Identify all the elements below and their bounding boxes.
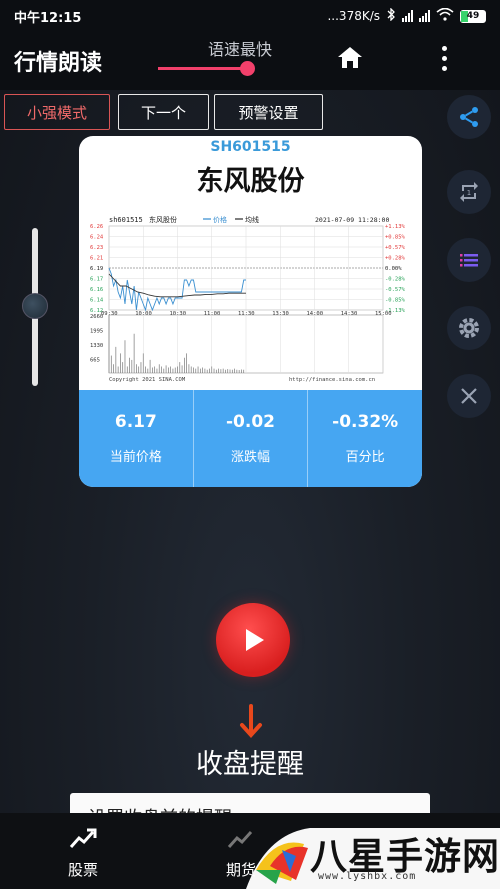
more-dot-icon: [441, 45, 447, 51]
next-button[interactable]: 下一个: [118, 94, 209, 130]
stat-change-pct: -0.32% 百分比: [308, 390, 422, 487]
share-button[interactable]: [447, 95, 491, 139]
chart-header-code: sh601515: [109, 216, 143, 224]
intraday-chart: 6.26 +1.13% 6.24 +0.85% 6.23 +0.57% 6.21 +0.28%…: [89, 213, 411, 389]
y-right-tick-label: -0.85%: [385, 298, 406, 304]
y-right-tick-label: +0.57%: [385, 245, 406, 251]
chart-timestamp: 2021-07-09 11:28:00: [315, 216, 389, 224]
nav-stocks[interactable]: 股票: [38, 813, 128, 889]
y-tick-label: 6.26: [90, 224, 103, 230]
more-menu-button[interactable]: [432, 40, 456, 76]
y-right-tick-label: +0.85%: [385, 235, 406, 241]
y-right-tick-label: -0.28%: [385, 277, 406, 283]
status-icons: ...378K/s 49: [327, 7, 486, 24]
y-tick-label: 6.19: [90, 266, 103, 272]
watermark-url: www.lyshbx.com: [318, 871, 417, 882]
play-icon: [246, 629, 264, 651]
chart-legend-price: 价格: [213, 215, 227, 224]
alert-settings-button[interactable]: 预警设置: [214, 94, 323, 130]
down-arrow-icon: [238, 704, 264, 740]
signal-icon-2: [419, 10, 430, 22]
gear-icon: [459, 318, 479, 338]
app-title: 行情朗读: [14, 51, 103, 76]
wifi-icon: [436, 7, 454, 24]
change-label: 涨跌幅: [231, 450, 271, 465]
stat-change: -0.02 涨跌幅: [194, 390, 309, 487]
chart-url: http://finance.sina.com.cn: [289, 377, 375, 383]
stock-code: SH601515: [210, 139, 291, 155]
x-tick-label: 11:30: [238, 311, 255, 317]
stat-price: 6.17 当前价格: [79, 390, 194, 487]
y-tick-label: 6.24: [90, 235, 104, 241]
change-value: -0.02: [226, 412, 275, 432]
speed-label: 语速最快: [208, 40, 273, 59]
y-right-tick-label: +1.13%: [385, 224, 406, 230]
y-tick-label: 6.17: [90, 277, 103, 283]
close-button[interactable]: [447, 374, 491, 418]
stock-name: 东风股份: [196, 166, 305, 197]
x-tick-label: 11:00: [204, 311, 221, 317]
change-pct-label: 百分比: [345, 450, 385, 465]
y-tick-label: 6.16: [90, 287, 103, 293]
signal-icon: [402, 10, 413, 22]
list-icon: [460, 254, 478, 267]
y-tick-label: 6.21: [90, 256, 103, 262]
repeat-one-button[interactable]: 1: [447, 170, 491, 214]
x-tick-label: 13:30: [272, 311, 289, 317]
home-icon: [338, 47, 362, 68]
playlist-button[interactable]: [447, 238, 491, 282]
y-tick-label: 6.14: [90, 298, 104, 304]
x-tick-label: 10:30: [170, 311, 187, 317]
speed-control[interactable]: 语速最快: [158, 32, 288, 90]
mode-xiaoqiang-button[interactable]: 小强模式: [4, 94, 110, 130]
x-tick-label: 14:30: [341, 311, 358, 317]
home-button[interactable]: [334, 42, 366, 74]
chart-source: Copyright 2021 SINA.COM: [109, 377, 186, 383]
stock-card[interactable]: SH601515 东风股份 6.26 +1.13% 6.24 +0.85% 6.23 +0…: [79, 136, 422, 487]
volume-slider-thumb[interactable]: [22, 293, 48, 319]
volume-tick-label: 665: [90, 358, 100, 364]
close-icon: [461, 388, 477, 404]
status-time: 中午12:15: [14, 10, 82, 26]
x-tick-label: 10:00: [135, 311, 152, 317]
chart-header-name: 东风股份: [149, 215, 177, 224]
price-value: 6.17: [114, 412, 157, 432]
settings-button[interactable]: [447, 306, 491, 350]
network-speed: ...378K/s: [327, 9, 380, 23]
y-tick-label: 6.23: [90, 245, 103, 251]
trend-icon: [69, 828, 97, 848]
y-right-tick-label: -0.57%: [385, 287, 406, 293]
status-bar: 中午12:15 ...378K/s 49: [0, 0, 500, 32]
play-button[interactable]: [216, 603, 290, 677]
chart-legend-avg: 均线: [245, 215, 259, 224]
bluetooth-icon: [386, 7, 396, 24]
y-right-tick-label: 0.00%: [385, 266, 402, 272]
price-label: 当前价格: [109, 450, 162, 465]
volume-tick-label: 1330: [90, 343, 103, 349]
x-tick-label: 14:00: [307, 311, 324, 317]
y-right-tick-label: +0.28%: [385, 256, 406, 262]
battery-icon: 49: [460, 9, 486, 23]
app-bar: 行情朗读 语速最快: [0, 32, 500, 90]
speed-slider-track[interactable]: [158, 67, 252, 70]
nav-stocks-label: 股票: [67, 861, 98, 879]
reminder-title: 收盘提醒: [196, 749, 304, 780]
share-icon: [460, 107, 478, 127]
x-tick-label: 15:00: [375, 311, 392, 317]
intraday-chart-svg: 6.26 +1.13% 6.24 +0.85% 6.23 +0.57% 6.21 +0.28%…: [90, 215, 406, 383]
svg-text:1: 1: [467, 189, 471, 197]
stock-stats: 6.17 当前价格 -0.02 涨跌幅 -0.32% 百分比: [79, 390, 422, 487]
speed-slider-thumb[interactable]: [240, 61, 255, 76]
volume-tick-label: 2660: [90, 314, 103, 320]
repeat-one-icon: 1: [460, 182, 478, 202]
change-pct-value: -0.32%: [332, 412, 399, 432]
mode-buttons: 小强模式 下一个 预警设置: [0, 94, 500, 132]
volume-tick-label: 1995: [90, 329, 103, 335]
